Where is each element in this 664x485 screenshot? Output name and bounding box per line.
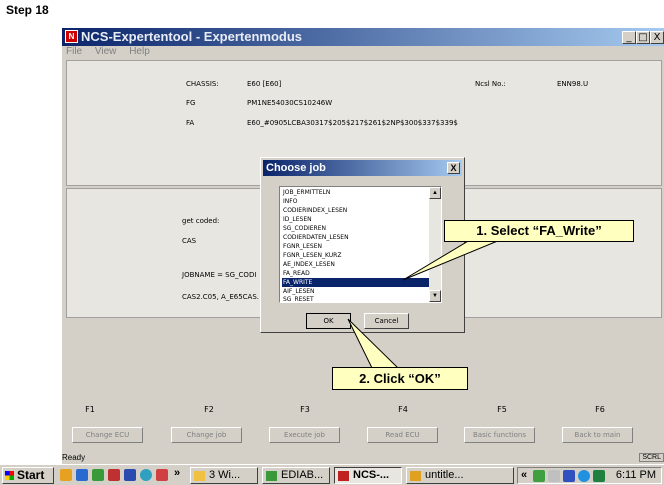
list-item[interactable]: ID_LESEN xyxy=(282,215,430,224)
change-ecu-button[interactable]: Change ECU xyxy=(72,427,143,443)
maximize-button[interactable]: □ xyxy=(636,31,650,44)
read-ecu-button[interactable]: Read ECU xyxy=(367,427,438,443)
taskbar-item-ncs[interactable]: NCS-... xyxy=(334,467,402,484)
excel-icon[interactable] xyxy=(92,469,104,481)
tray-icon-2[interactable] xyxy=(548,470,560,482)
start-button[interactable]: Start xyxy=(2,467,54,484)
fa-value: E60_#0905LCBA30317$205$217$261$2NP$300$3… xyxy=(247,119,458,127)
list-item[interactable]: JOB_ERMITTELN xyxy=(282,188,430,197)
menu-bar: File View Help xyxy=(62,46,664,60)
ncsl-label: Ncsl No.: xyxy=(475,80,506,88)
system-tray: « 6:11 PM xyxy=(517,467,662,484)
menu-view[interactable]: View xyxy=(95,46,117,57)
window-titlebar[interactable]: N NCS-Expertentool - Expertenmodus _ □ X xyxy=(62,28,664,46)
minimize-button[interactable]: _ xyxy=(622,31,636,44)
access-icon[interactable] xyxy=(108,469,120,481)
choose-job-dialog: Choose job X JOB_ERMITTELN INFO CODIERIN… xyxy=(260,157,465,333)
fkey-label-f2: F2 xyxy=(204,405,214,414)
jobname-label: JOBNAME = SG_CODI xyxy=(182,271,257,279)
fkey-label-f5: F5 xyxy=(497,405,507,414)
basic-functions-button[interactable]: Basic functions xyxy=(464,427,535,443)
scroll-up-icon[interactable]: ▲ xyxy=(429,187,441,199)
list-item[interactable]: FGNR_LESEN_KURZ xyxy=(282,251,430,260)
cancel-button[interactable]: Cancel xyxy=(364,313,409,329)
word-icon[interactable] xyxy=(124,469,136,481)
fkey-label-f6: F6 xyxy=(595,405,605,414)
ok-button[interactable]: OK xyxy=(306,313,351,329)
change-job-button[interactable]: Change job xyxy=(171,427,242,443)
dialog-close-button[interactable]: X xyxy=(447,162,460,174)
tray-icon-4[interactable] xyxy=(578,470,590,482)
tray-icon-1[interactable] xyxy=(533,470,545,482)
folder-icon xyxy=(194,471,205,481)
list-item[interactable]: SG_RESET xyxy=(282,295,430,302)
list-scrollbar[interactable]: ▲ ▼ xyxy=(429,187,441,302)
ediabas-icon xyxy=(266,471,277,481)
list-item[interactable]: FGNR_LESEN xyxy=(282,242,430,251)
tray-expand-icon[interactable]: « xyxy=(521,468,527,483)
dialog-title: Choose job xyxy=(266,162,326,174)
taskbar-item-ediabas[interactable]: EDIAB... xyxy=(262,467,330,484)
start-label: Start xyxy=(17,468,45,482)
taskbar-item-label: NCS-... xyxy=(353,469,390,481)
chassis-label: CHASSIS: xyxy=(186,80,219,88)
fkey-label-f3: F3 xyxy=(300,405,310,414)
step-label: Step 18 xyxy=(6,3,49,17)
fg-value: PM1NE54030CS10246W xyxy=(247,99,333,107)
chassis-value: E60 [E60] xyxy=(247,80,282,88)
job-listbox[interactable]: JOB_ERMITTELN INFO CODIERINDEX_LESEN ID_… xyxy=(279,186,442,303)
list-item[interactable]: INFO xyxy=(282,197,430,206)
menu-help[interactable]: Help xyxy=(129,46,150,57)
scrl-indicator: SCRL xyxy=(639,453,664,462)
status-text: Ready xyxy=(62,453,86,462)
list-item-selected[interactable]: FA_WRITE xyxy=(282,278,430,287)
taskbar-item-label: EDIAB... xyxy=(281,469,324,481)
execute-job-button[interactable]: Execute job xyxy=(269,427,340,443)
explorer-icon[interactable] xyxy=(60,469,72,481)
tray-icon-3[interactable] xyxy=(563,470,575,482)
taskbar-item-folders[interactable]: 3 Wi... xyxy=(190,467,258,484)
ie-icon[interactable] xyxy=(76,469,88,481)
ncs-quick-icon[interactable] xyxy=(156,469,168,481)
click-ok-callout: 2. Click “OK” xyxy=(332,367,468,390)
media-icon[interactable] xyxy=(140,469,152,481)
ncs-icon xyxy=(338,471,349,481)
list-item[interactable]: FA_READ xyxy=(282,269,430,278)
clock: 6:11 PM xyxy=(615,469,656,481)
fkey-label-f4: F4 xyxy=(398,405,408,414)
cas-line: CAS2.C05, A_E65CAS. xyxy=(182,293,260,301)
select-fa-write-callout: 1. Select “FA_Write” xyxy=(444,220,634,242)
back-to-main-button[interactable]: Back to main xyxy=(562,427,633,443)
list-item[interactable]: CODIERINDEX_LESEN xyxy=(282,206,430,215)
tray-icon-5[interactable] xyxy=(593,470,605,482)
window-title: NCS-Expertentool - Expertenmodus xyxy=(81,29,303,44)
ncsl-value: ENN98.U xyxy=(557,80,589,88)
menu-file[interactable]: File xyxy=(66,46,82,57)
dialog-titlebar[interactable]: Choose job X xyxy=(263,160,462,176)
list-item[interactable]: CODIERDATEN_LESEN xyxy=(282,233,430,242)
cas-label: CAS xyxy=(182,237,197,245)
get-coded-label: get coded: xyxy=(182,217,220,225)
close-button[interactable]: X xyxy=(650,31,664,44)
fg-label: FG xyxy=(186,99,196,107)
windows-logo-icon xyxy=(5,471,14,480)
app-icon: N xyxy=(65,30,78,43)
taskbar-item-label: 3 Wi... xyxy=(209,469,241,481)
fkey-label-f1: F1 xyxy=(85,405,95,414)
scroll-down-icon[interactable]: ▼ xyxy=(429,290,441,302)
taskbar-item-label: untitle... xyxy=(425,469,464,481)
paint-icon xyxy=(410,471,421,481)
list-item[interactable]: AE_INDEX_LESEN xyxy=(282,260,430,269)
list-item[interactable]: SG_CODIEREN xyxy=(282,224,430,233)
taskbar: Start » 3 Wi... EDIAB... NCS-... untitle… xyxy=(0,464,664,485)
fa-label: FA xyxy=(186,119,195,127)
taskbar-item-paint[interactable]: untitle... xyxy=(406,467,514,484)
quicklaunch-chevron-icon[interactable]: » xyxy=(174,467,180,479)
